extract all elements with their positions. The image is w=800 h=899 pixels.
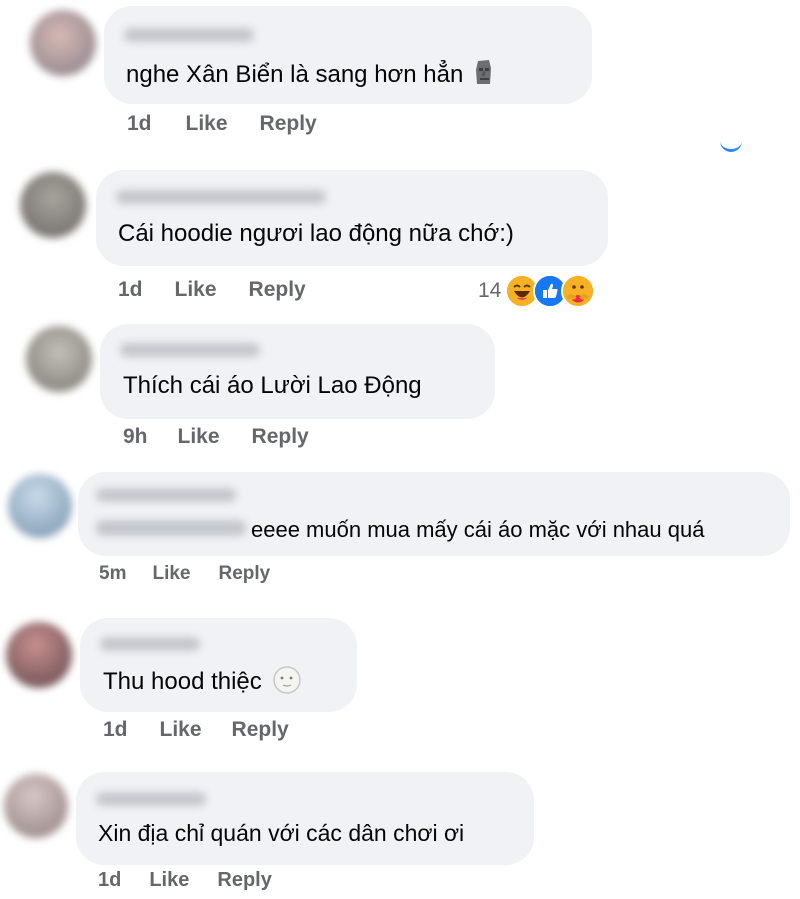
avatar[interactable]	[30, 10, 96, 76]
timestamp[interactable]: 9h	[123, 425, 148, 449]
comment-bubble	[78, 472, 790, 556]
avatar[interactable]	[4, 774, 68, 838]
like-button[interactable]: Like	[149, 869, 189, 892]
comment-text: nghe Xân Biển là sang hơn hẳn	[126, 58, 495, 89]
timestamp[interactable]: 1d	[127, 112, 152, 136]
avatar[interactable]	[20, 172, 86, 238]
author-name-blurred[interactable]	[96, 488, 236, 502]
moon-face-icon	[272, 665, 302, 695]
comment-actions: 5m Like Reply	[99, 563, 292, 585]
comment-text: eeee muốn mua mấy cái áo mặc với nhau qu…	[251, 517, 705, 542]
comment-text: Thu hood thiệc	[103, 665, 302, 696]
partial-blue-arc	[720, 139, 742, 152]
comment-text: Thích cái áo Lười Lao Động	[123, 372, 422, 399]
avatar[interactable]	[26, 326, 92, 392]
timestamp[interactable]: 1d	[98, 869, 121, 892]
moai-icon	[473, 58, 495, 86]
reply-button[interactable]: Reply	[260, 112, 317, 136]
reaction-summary[interactable]: 14	[478, 274, 596, 308]
comment-actions: 9h Like Reply	[123, 425, 331, 449]
reply-button[interactable]: Reply	[217, 869, 271, 892]
comment-actions: 1d Like Reply	[98, 869, 294, 892]
timestamp[interactable]: 1d	[103, 718, 128, 742]
avatar[interactable]	[6, 622, 72, 688]
like-button[interactable]: Like	[152, 563, 190, 585]
timestamp[interactable]: 5m	[99, 563, 126, 585]
like-button[interactable]: Like	[160, 718, 202, 742]
comment-bubble	[96, 170, 608, 266]
comment-bubble	[104, 6, 592, 104]
author-name-blurred[interactable]	[100, 637, 200, 651]
comment-actions: 1d Like Reply	[118, 278, 328, 302]
like-button[interactable]: Like	[186, 112, 228, 136]
author-name-blurred[interactable]	[124, 28, 254, 42]
comment-actions: 1d Like Reply	[127, 112, 339, 136]
like-button[interactable]: Like	[175, 278, 217, 302]
author-name-blurred[interactable]	[116, 190, 326, 204]
reply-button[interactable]: Reply	[249, 278, 306, 302]
avatar[interactable]	[8, 474, 72, 538]
reply-button[interactable]: Reply	[219, 563, 271, 585]
timestamp[interactable]: 1d	[118, 278, 143, 302]
care-icon	[561, 274, 596, 308]
reaction-count: 14	[478, 279, 502, 302]
like-button[interactable]: Like	[178, 425, 220, 449]
comment-text: Xin địa chỉ quán với các dân chơi ơi	[98, 820, 465, 846]
mention-blurred[interactable]	[96, 520, 246, 536]
comment-actions: 1d Like Reply	[103, 718, 311, 742]
comment-text: Cái hoodie ngươi lao động nữa chớ:)	[118, 220, 514, 247]
author-name-blurred[interactable]	[96, 792, 206, 806]
reply-button[interactable]: Reply	[252, 425, 309, 449]
author-name-blurred[interactable]	[120, 343, 260, 357]
comment-bubble	[76, 772, 534, 865]
reply-button[interactable]: Reply	[232, 718, 289, 742]
